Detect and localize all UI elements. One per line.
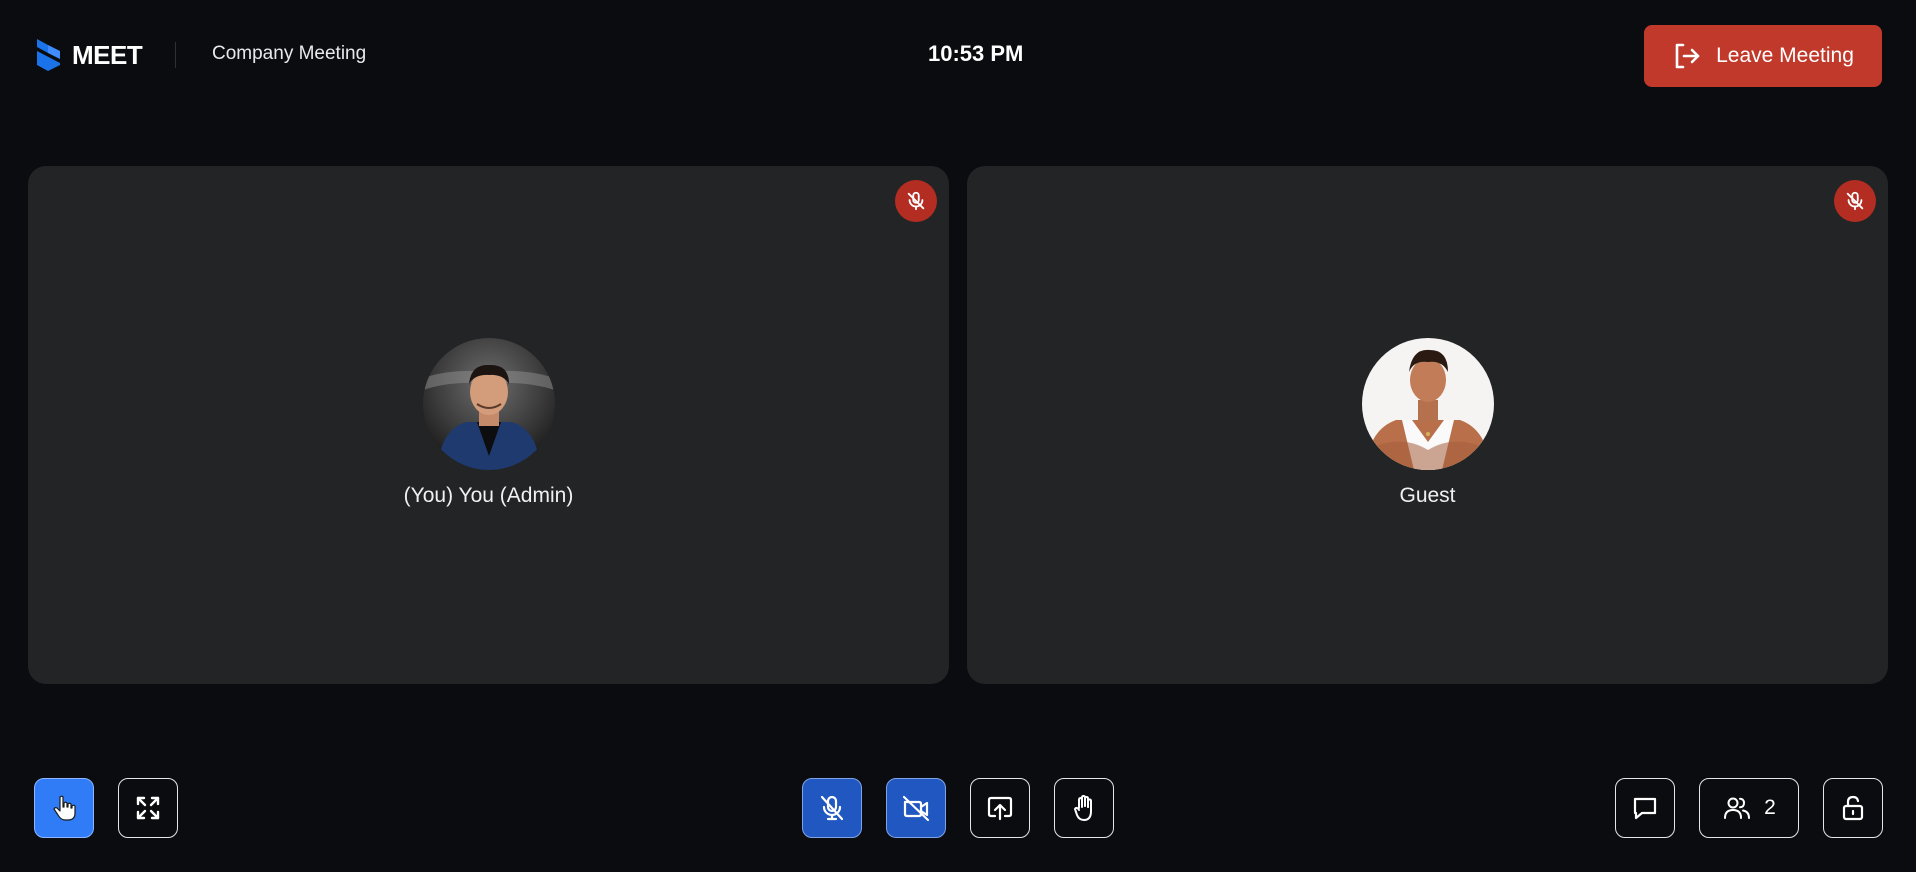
leave-meeting-label: Leave Meeting <box>1716 44 1854 67</box>
logo-text: MEET <box>72 39 143 70</box>
participant-name: Guest <box>1399 484 1456 507</box>
meet-logo-icon <box>37 39 60 71</box>
leave-meeting-button[interactable]: Leave Meeting <box>1644 25 1882 87</box>
muted-badge <box>1834 180 1876 222</box>
pointer-button[interactable] <box>34 778 94 838</box>
mic-toggle-button[interactable] <box>802 778 862 838</box>
lock-meeting-button[interactable] <box>1823 778 1883 838</box>
muted-badge <box>895 180 937 222</box>
fullscreen-button[interactable] <box>118 778 178 838</box>
camera-toggle-button[interactable] <box>886 778 946 838</box>
meeting-title: Company Meeting <box>212 43 367 64</box>
pointer-hand-icon <box>53 795 76 821</box>
participant-tile-you[interactable]: (You) You (Admin) <box>28 166 949 684</box>
participants-count: 2 <box>1764 796 1776 819</box>
leave-icon <box>1675 43 1700 69</box>
participant-name: (You) You (Admin) <box>403 484 574 507</box>
raise-hand-icon <box>1074 795 1092 821</box>
screen-share-icon <box>987 796 1013 821</box>
camera-off-icon <box>902 795 930 822</box>
fullscreen-icon <box>136 796 160 820</box>
avatar <box>423 338 555 470</box>
man-in-denim-jacket-photo <box>423 338 555 470</box>
meeting-app: MEET Company Meeting 10:53 PM Leave Meet… <box>0 0 1916 872</box>
chat-button[interactable] <box>1615 778 1675 838</box>
man-in-white-tank-top-photo <box>1362 338 1494 470</box>
participants-button[interactable]: 2 <box>1699 778 1799 838</box>
mic-off-icon <box>820 795 844 821</box>
meeting-clock: 10:53 PM <box>928 41 1024 66</box>
screen-share-button[interactable] <box>970 778 1030 838</box>
header-divider <box>175 42 176 68</box>
header-bar: MEET Company Meeting 10:53 PM Leave Meet… <box>0 0 1916 110</box>
avatar <box>1362 338 1494 470</box>
mic-off-icon <box>907 191 925 211</box>
unlock-icon <box>1842 795 1864 821</box>
mic-off-icon <box>1846 191 1864 211</box>
participants-icon <box>1724 797 1751 819</box>
participant-tile-guest[interactable]: Guest <box>967 166 1888 684</box>
raise-hand-button[interactable] <box>1054 778 1114 838</box>
chat-icon <box>1633 797 1657 820</box>
app-logo[interactable]: MEET <box>34 36 143 74</box>
